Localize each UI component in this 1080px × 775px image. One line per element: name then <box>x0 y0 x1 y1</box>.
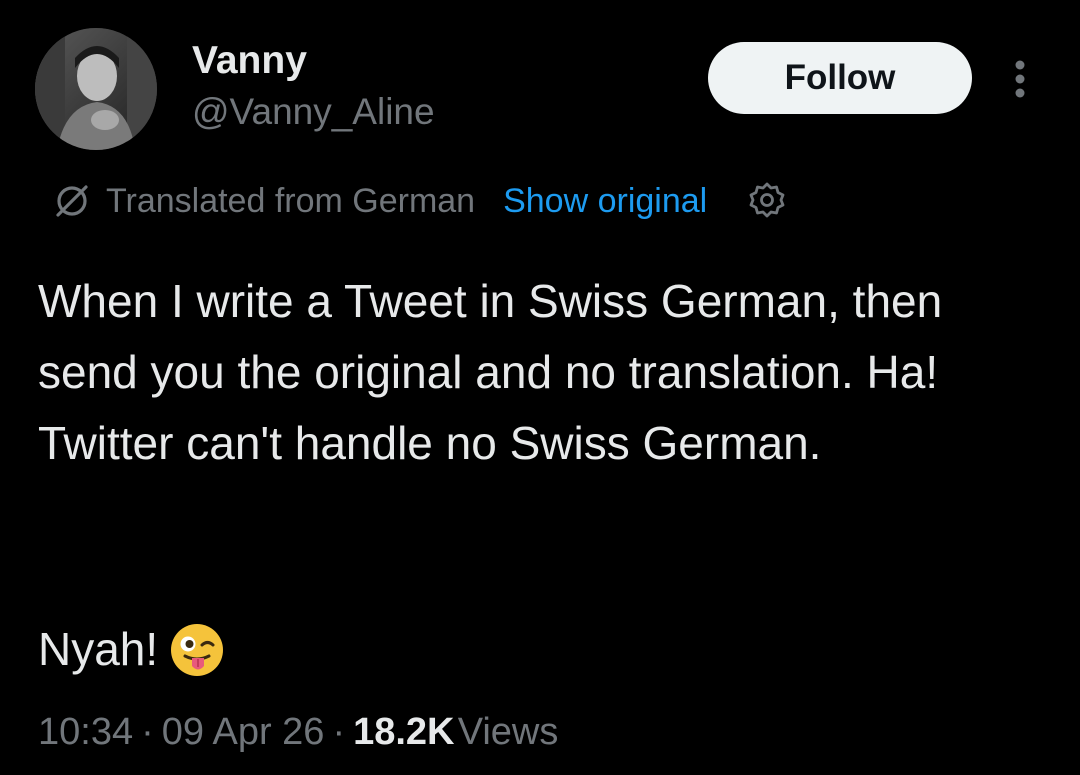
meta-separator: · <box>332 711 346 753</box>
profile-photo-icon <box>35 28 157 150</box>
tweet-text: When I write a Tweet in Swiss German, th… <box>38 266 1048 479</box>
tweet-paragraph-2: Nyah! <box>38 614 226 685</box>
gear-icon[interactable] <box>745 179 789 223</box>
translated-from-label: Translated from German <box>106 181 476 220</box>
follow-button[interactable]: Follow <box>708 42 972 114</box>
tweet-date[interactable]: 09 Apr 26 <box>162 711 325 753</box>
tweet-paragraph: When I write a Tweet in Swiss German, th… <box>38 275 943 469</box>
more-options-button[interactable] <box>1004 58 1036 100</box>
username-handle[interactable]: @Vanny_Aline <box>192 90 435 134</box>
views-label: Views <box>457 711 559 753</box>
more-vertical-icon <box>1015 60 1025 98</box>
winking-face-with-tongue-icon <box>168 621 226 679</box>
tweet-meta: 10:34 · 09 Apr 26 · 18.2K Views <box>38 706 558 758</box>
translation-bar: Translated from German Show original <box>52 178 789 224</box>
translate-icon <box>52 181 92 221</box>
tweet-time[interactable]: 10:34 <box>38 711 133 753</box>
avatar[interactable] <box>35 28 157 150</box>
views-count: 18.2K <box>353 711 455 753</box>
display-name[interactable]: Vanny <box>192 38 307 84</box>
show-original-link[interactable]: Show original <box>503 182 707 221</box>
meta-separator: · <box>141 711 154 753</box>
tweet-text-line: Nyah! <box>38 623 159 675</box>
